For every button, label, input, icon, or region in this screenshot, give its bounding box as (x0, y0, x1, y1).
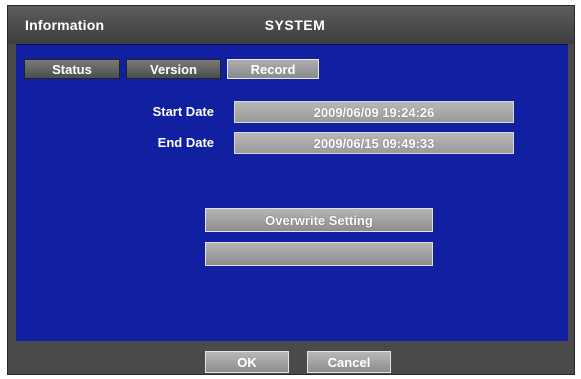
tab-record[interactable]: Record (227, 59, 319, 79)
overwrite-setting-button[interactable]: Overwrite Setting (205, 208, 433, 232)
cancel-button[interactable]: Cancel (307, 351, 391, 373)
start-date-field: 2009/06/09 19:24:26 (234, 101, 514, 123)
end-date-label: End Date (157, 135, 214, 150)
start-date-label: Start Date (152, 104, 214, 119)
dialog-title: Information (25, 17, 105, 33)
information-dialog: Information SYSTEM Status Version Record… (7, 5, 575, 375)
section-title: SYSTEM (264, 17, 326, 33)
content-panel: Status Version Record Start Date 2009/06… (16, 44, 568, 341)
tab-version[interactable]: Version (126, 59, 221, 79)
title-bar: Information SYSTEM (8, 6, 574, 44)
disabled-action-button (205, 242, 433, 266)
ok-button[interactable]: OK (205, 351, 289, 373)
end-date-field: 2009/06/15 09:49:33 (234, 132, 514, 154)
tab-status[interactable]: Status (24, 59, 120, 79)
